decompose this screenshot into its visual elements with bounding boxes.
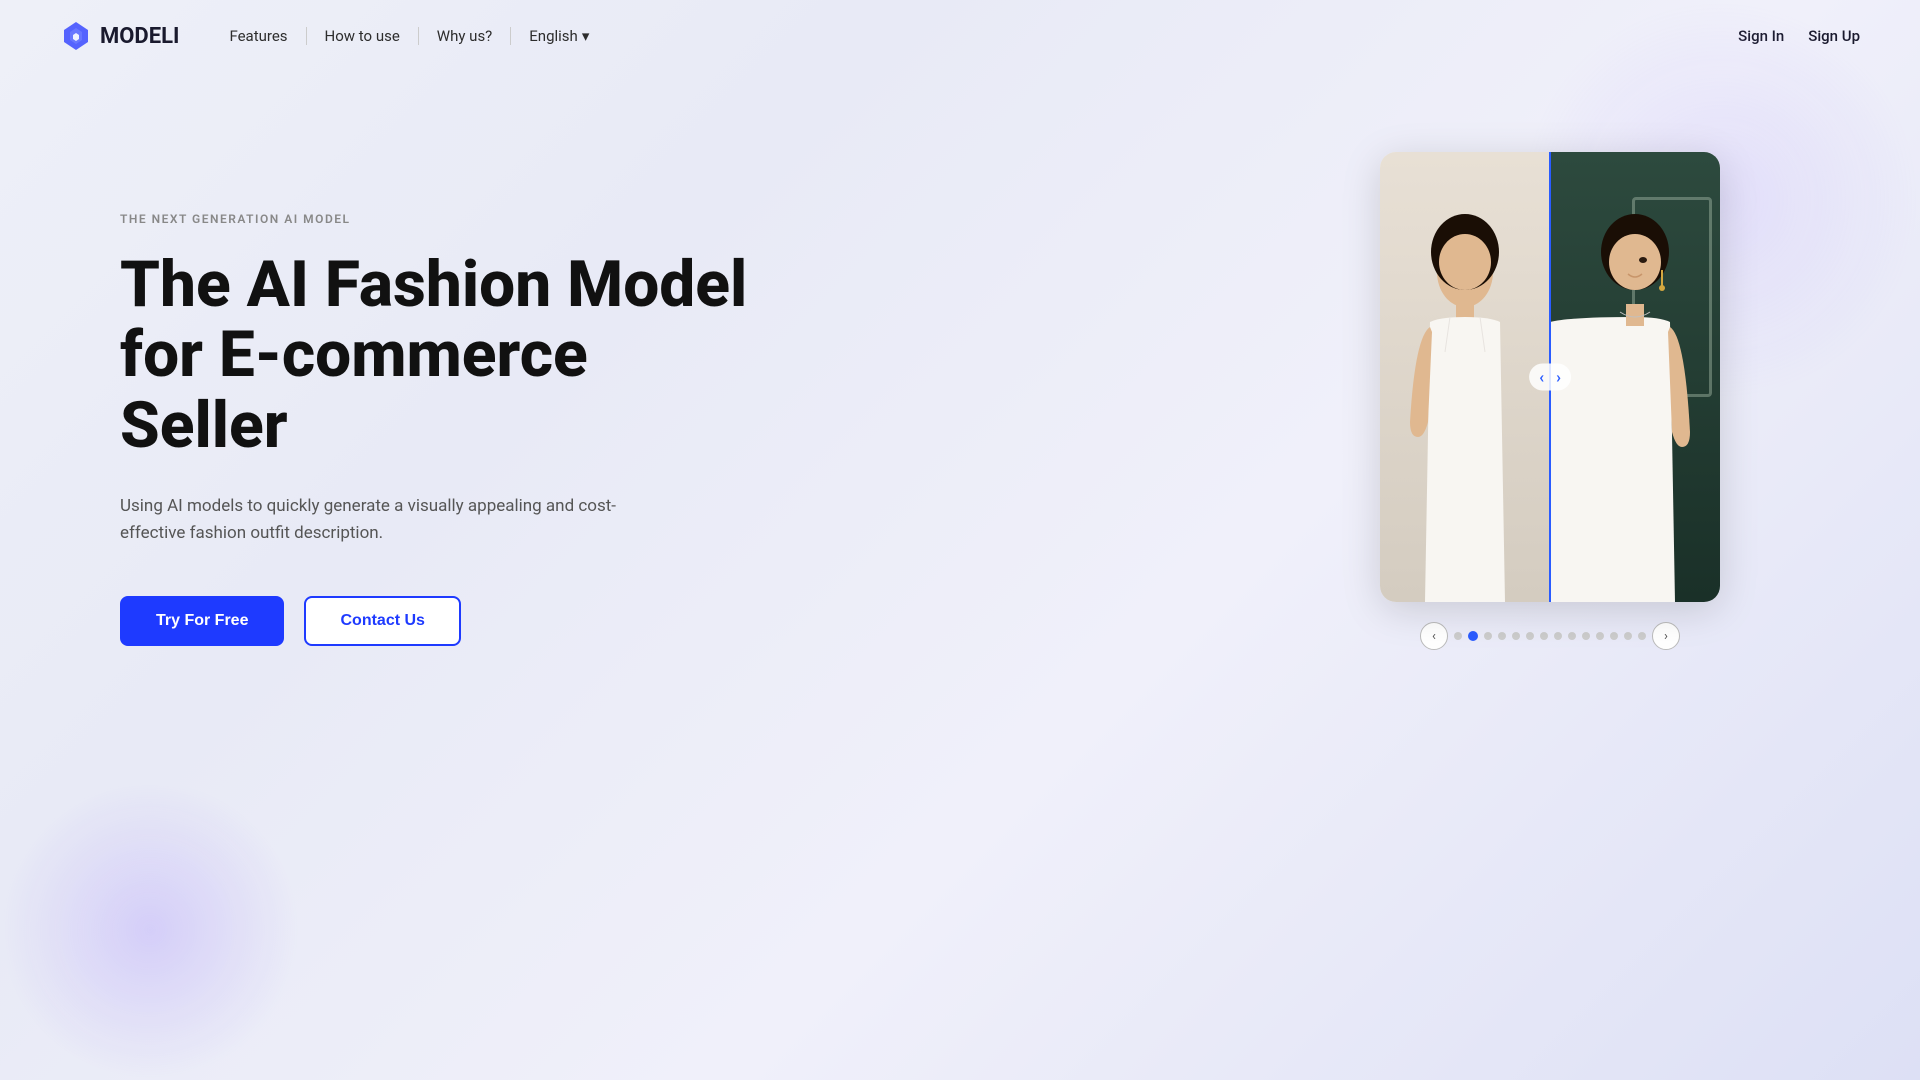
language-selector[interactable]: English ▾ <box>519 21 599 51</box>
carousel-dot-9[interactable] <box>1582 632 1590 640</box>
sign-up-button[interactable]: Sign Up <box>1808 27 1860 45</box>
carousel-dot-10[interactable] <box>1596 632 1604 640</box>
nav-why-us[interactable]: Why us? <box>427 21 503 51</box>
carousel-dot-7[interactable] <box>1554 632 1562 640</box>
carousel-dot-1[interactable] <box>1468 631 1478 641</box>
hero-image-container: ‹ › ‹ › <box>1380 152 1720 650</box>
carousel-next-button[interactable]: › <box>1652 622 1680 650</box>
slider-left-arrow[interactable]: ‹ <box>1539 368 1544 387</box>
hero-image-card: ‹ › <box>1380 152 1720 602</box>
current-language: English <box>529 27 578 45</box>
carousel-dot-8[interactable] <box>1568 632 1576 640</box>
carousel-dot-4[interactable] <box>1512 632 1520 640</box>
bg-blob-left <box>0 780 300 1080</box>
logo-icon <box>60 20 92 52</box>
hero-buttons: Try For Free Contact Us <box>120 596 760 646</box>
carousel-dot-13[interactable] <box>1638 632 1646 640</box>
carousel-dot-6[interactable] <box>1540 632 1548 640</box>
model-figure-left <box>1380 152 1550 602</box>
contact-us-button[interactable]: Contact Us <box>304 596 460 646</box>
model-figure-right <box>1550 152 1720 602</box>
navbar: MODELI Features How to use Why us? Engli… <box>0 0 1920 72</box>
hero-title-line2: for E-commerce Seller <box>120 317 588 462</box>
hero-text: THE NEXT GENERATION AI MODEL The AI Fash… <box>120 152 760 646</box>
hero-title: The AI Fashion Model for E-commerce Sell… <box>120 250 760 461</box>
hero-tag: THE NEXT GENERATION AI MODEL <box>120 212 760 226</box>
carousel-dot-5[interactable] <box>1526 632 1534 640</box>
brand-name: MODELI <box>100 24 179 49</box>
try-for-free-button[interactable]: Try For Free <box>120 596 284 646</box>
carousel-nav: ‹ › <box>1380 622 1720 650</box>
nav-how-to-use[interactable]: How to use <box>315 21 410 51</box>
image-slider-arrows[interactable]: ‹ › <box>1529 364 1571 391</box>
carousel-dot-2[interactable] <box>1484 632 1492 640</box>
nav-divider-3 <box>510 27 511 45</box>
logo[interactable]: MODELI <box>60 20 179 52</box>
hero-description: Using AI models to quickly generate a vi… <box>120 493 640 547</box>
nav-features[interactable]: Features <box>219 21 297 51</box>
carousel-dot-12[interactable] <box>1624 632 1632 640</box>
nav-divider-2 <box>418 27 419 45</box>
model-left-half <box>1380 152 1550 602</box>
carousel-dot-0[interactable] <box>1454 632 1462 640</box>
hero-section: THE NEXT GENERATION AI MODEL The AI Fash… <box>0 72 1920 772</box>
carousel-dot-3[interactable] <box>1498 632 1506 640</box>
language-chevron-icon: ▾ <box>582 27 590 45</box>
model-visual: ‹ › <box>1380 152 1720 602</box>
carousel-dot-11[interactable] <box>1610 632 1618 640</box>
nav-divider-1 <box>306 27 307 45</box>
nav-left: MODELI Features How to use Why us? Engli… <box>60 20 599 52</box>
hero-title-line1: The AI Fashion Model <box>120 247 747 322</box>
nav-right: Sign In Sign Up <box>1738 27 1860 45</box>
model-right-half <box>1550 152 1720 602</box>
carousel-prev-button[interactable]: ‹ <box>1420 622 1448 650</box>
nav-links: Features How to use Why us? English ▾ <box>219 21 599 51</box>
sign-in-button[interactable]: Sign In <box>1738 27 1784 45</box>
slider-right-arrow[interactable]: › <box>1556 368 1561 387</box>
